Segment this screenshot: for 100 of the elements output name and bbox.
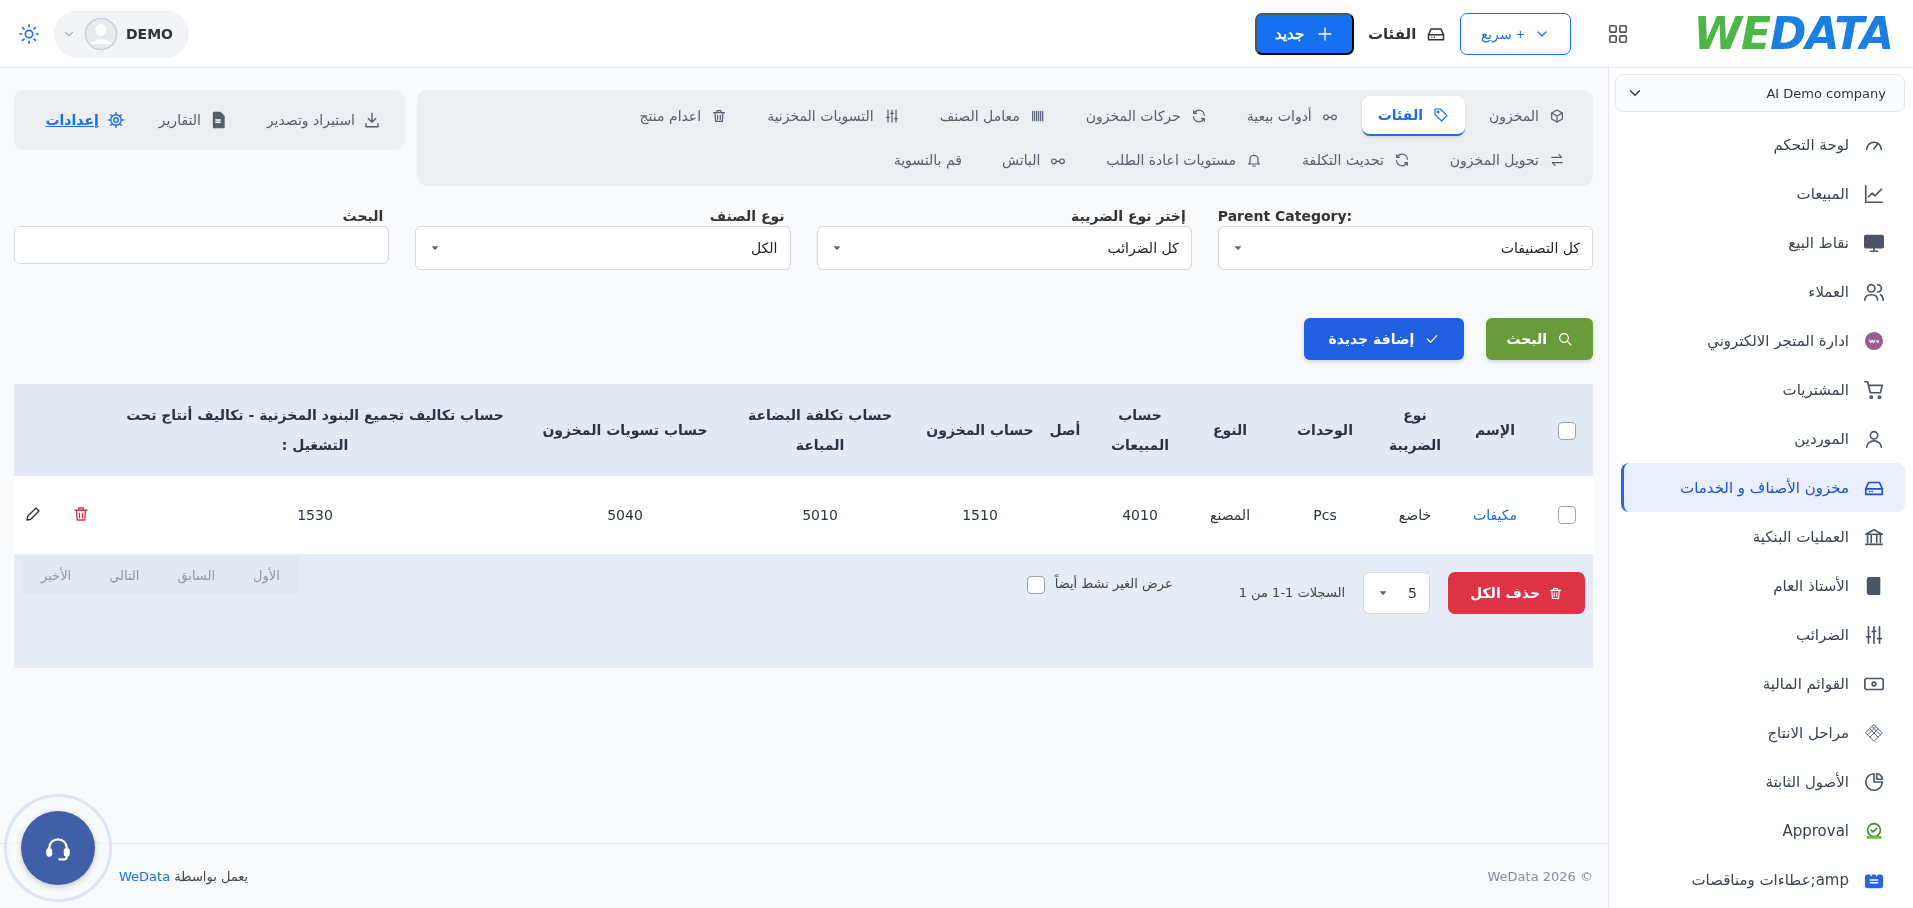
wedata-link[interactable]: WeData: [119, 868, 171, 884]
refresh-icon: [1393, 152, 1410, 168]
bell-icon: [1246, 152, 1263, 168]
column-header: حساب المخزون: [926, 422, 1034, 438]
column-header: النوع: [1212, 422, 1248, 438]
sidebar-item[interactable]: ادارة المتجر الالكتروني: [1621, 316, 1905, 365]
filter-label: البحث: [341, 208, 385, 224]
table-cell: 5010: [802, 507, 838, 523]
copyright-text: WeData 2026 ©: [1487, 868, 1593, 884]
tab[interactable]: حركات المخزون: [1069, 96, 1223, 136]
toolbar-button[interactable]: استيراد وتصدير: [260, 110, 387, 130]
column-header: أصل: [1049, 422, 1081, 438]
page-size-dropdown[interactable]: 5: [1363, 572, 1430, 614]
tab[interactable]: التسويات المخزنية: [751, 96, 916, 136]
table-cell: 4010: [1122, 507, 1158, 523]
tab[interactable]: تحويل المخزون: [1433, 140, 1581, 180]
line-chart-icon: [1863, 182, 1885, 205]
plus-icon: [1315, 24, 1334, 43]
settings-icon: [106, 111, 125, 129]
tab[interactable]: الباتش: [985, 140, 1083, 180]
sidebar-item[interactable]: amp;عطاءات ومناقصات: [1621, 855, 1905, 904]
tab[interactable]: اعدام منتج: [623, 96, 744, 136]
sliders-icon: [883, 108, 900, 124]
filter-dropdown[interactable]: الكل: [415, 226, 791, 270]
sun-icon: [18, 22, 40, 45]
tab[interactable]: المخزون: [1472, 96, 1581, 136]
sidebar-item[interactable]: Approval: [1621, 806, 1905, 855]
table-cell: Pcs: [1313, 507, 1337, 523]
table-cell: 5040: [607, 507, 643, 523]
search-field[interactable]: [14, 226, 390, 264]
refresh-icon: [1190, 108, 1207, 124]
sidebar-item[interactable]: الأستاذ العام: [1621, 561, 1905, 610]
checkbox[interactable]: [1026, 576, 1045, 594]
trash-icon: [711, 108, 728, 124]
filter-label: Parent Category:: [1217, 208, 1354, 224]
add-new-button[interactable]: إضافة جديدة: [1304, 318, 1465, 360]
sliders-icon: [1863, 623, 1885, 646]
settings-link[interactable]: إعدادات: [45, 111, 125, 129]
swap-arrows-icon: [1549, 152, 1565, 168]
sidebar-item[interactable]: الضرائب: [1621, 610, 1905, 659]
tab[interactable]: معامل الصنف: [923, 96, 1062, 136]
tab[interactable]: الفئات: [1361, 96, 1465, 136]
wedata-logo: WEDATA: [1693, 8, 1893, 59]
inactive-label: عرض الغير نشط أيضاً: [1054, 576, 1173, 591]
trash-icon: [1548, 585, 1563, 601]
diamond-pattern-icon: [1863, 721, 1885, 744]
filter-dropdown[interactable]: كل التصنيفات: [1217, 226, 1593, 270]
pie-chart-icon: [1863, 770, 1885, 793]
cart-icon: [1863, 378, 1885, 401]
table-cell: المصنع: [1209, 507, 1251, 523]
store-icon: [1863, 329, 1885, 352]
avatar-icon: [84, 16, 118, 51]
delete-button[interactable]: [72, 504, 90, 523]
sidebar-item[interactable]: القوائم المالية: [1621, 659, 1905, 708]
grid-icon: [1607, 22, 1630, 45]
item-name-link[interactable]: مكيفات: [1473, 507, 1517, 523]
sidebar-item[interactable]: المشتريات: [1621, 365, 1905, 414]
tab[interactable]: تحديث التكلفة: [1286, 140, 1426, 180]
column-header: الإسم: [1475, 422, 1515, 438]
column-header: الوحدات: [1297, 422, 1353, 438]
toolbar-button[interactable]: التقارير: [152, 110, 233, 130]
sidebar-item[interactable]: المبيعات: [1621, 169, 1905, 218]
user-menu[interactable]: DEMO: [54, 9, 190, 58]
tag-icon: [1432, 107, 1449, 123]
sidebar-item[interactable]: الموردين: [1621, 414, 1905, 463]
new-button[interactable]: جديد: [1254, 12, 1354, 55]
filter-label: إختر نوع الضريبة: [1070, 208, 1187, 224]
quick-add-button[interactable]: + سريع: [1460, 12, 1572, 55]
barcode-icon: [1029, 108, 1046, 124]
download-icon: [363, 111, 381, 129]
column-header: حساب تكلفة البضاعة المباعة: [748, 407, 892, 453]
column-header: حساب تكاليف تجميع البنود المخزنية - تكاليف أنتاج تحت التشغيل :: [126, 407, 504, 453]
company-selector[interactable]: AI Demo company: [1615, 74, 1905, 112]
column-header: حساب تسويات المخزون: [542, 422, 708, 438]
sidebar-item[interactable]: نقاط البيع: [1621, 218, 1905, 267]
sidebar-item[interactable]: العملاء: [1621, 267, 1905, 316]
tab[interactable]: مستويات اعادة الطلب: [1090, 140, 1279, 180]
table-cell: 1530: [297, 507, 333, 523]
table-cell: خاضع: [1398, 507, 1432, 523]
cube-icon: [1549, 108, 1565, 124]
trash-icon: [72, 504, 90, 523]
sidebar-item[interactable]: مراحل الانتاج: [1621, 708, 1905, 757]
sidebar-item[interactable]: مخزون الأصناف و الخدمات: [1621, 463, 1905, 512]
tab[interactable]: أدوات بيعية: [1230, 96, 1354, 136]
filter-dropdown[interactable]: كل الضرائب: [816, 226, 1192, 270]
sidebar-item[interactable]: العمليات البنكية: [1621, 512, 1905, 561]
column-header: حساب المبيعات: [1110, 407, 1170, 453]
search-button[interactable]: البحث: [1486, 318, 1593, 360]
tab[interactable]: قم بالتسوية: [877, 140, 978, 180]
checkbox[interactable]: [1557, 506, 1576, 524]
sidebar-item[interactable]: الأصول الثابتة: [1621, 757, 1905, 806]
support-chat-button[interactable]: [21, 811, 95, 885]
column-header: نوع الضريبة: [1389, 407, 1441, 453]
records-count: السجلات 1-1 من 1: [1238, 584, 1346, 603]
filter-label: نوع الصنف: [708, 208, 786, 224]
search-icon: [1557, 331, 1573, 347]
checkbox[interactable]: [1557, 422, 1576, 440]
delete-all-button[interactable]: حذف الكل: [1448, 572, 1585, 614]
sidebar-item[interactable]: لوحة التحكم: [1621, 120, 1905, 169]
current-page-label: الفئات: [1367, 24, 1417, 43]
